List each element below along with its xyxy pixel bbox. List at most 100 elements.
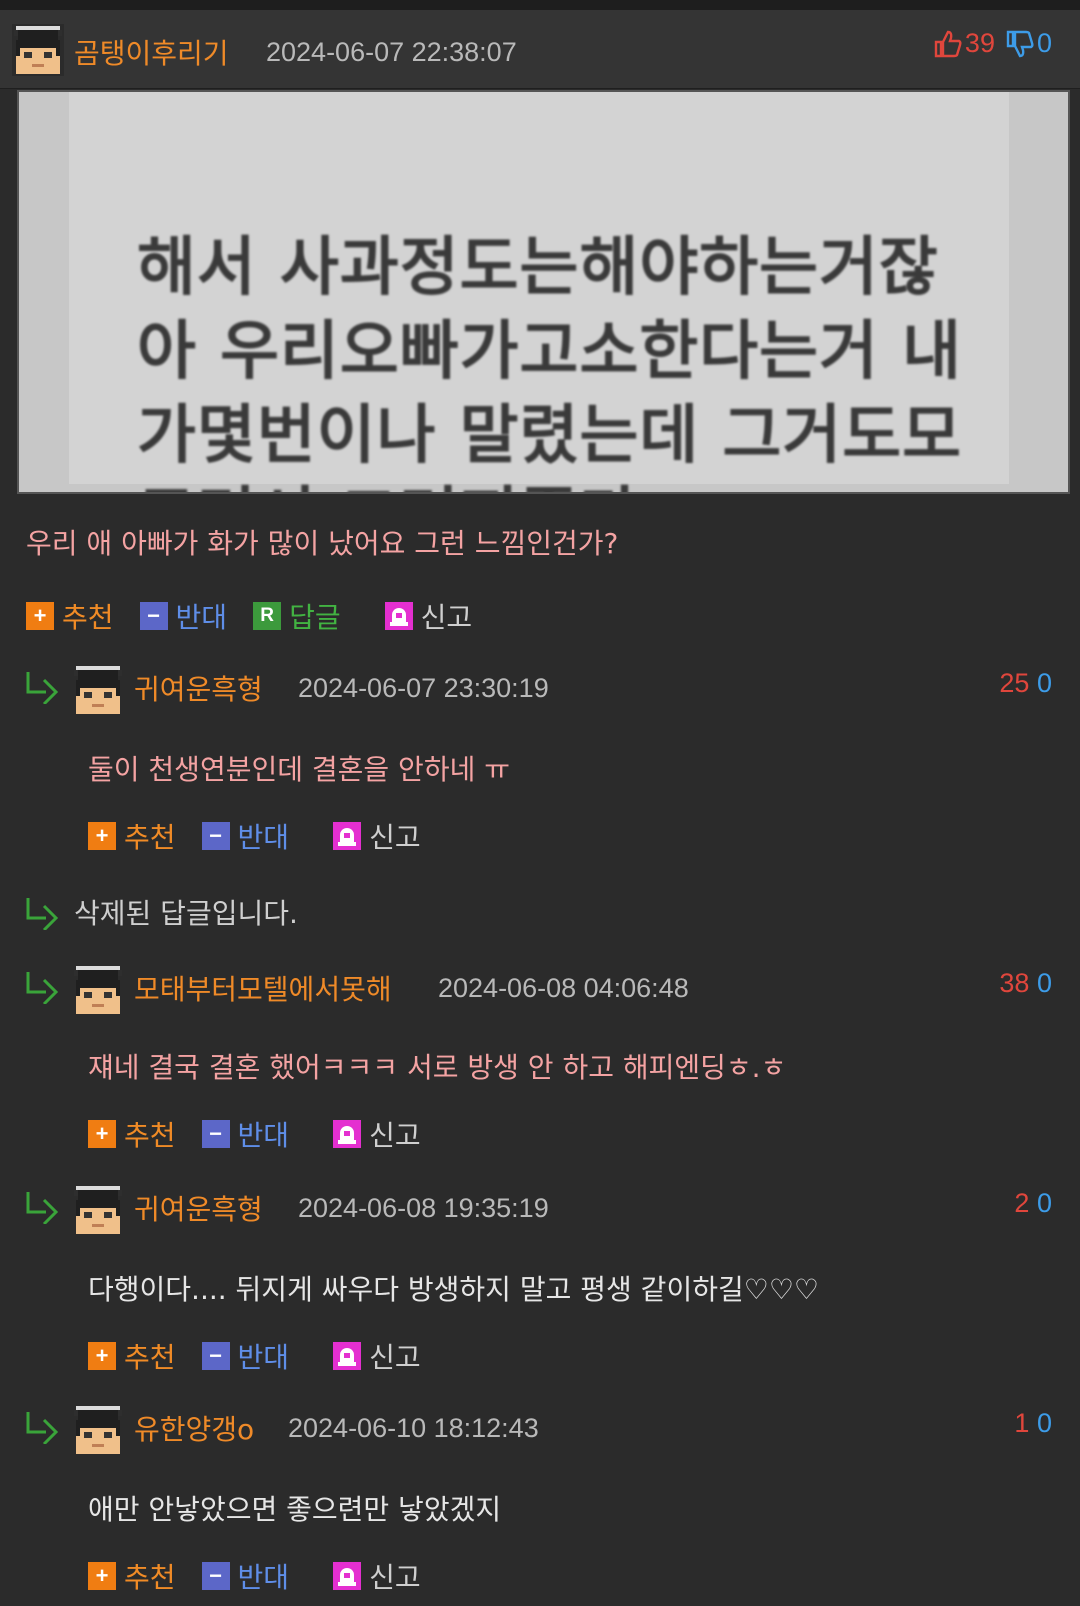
reply-button[interactable]: R 답글 bbox=[253, 596, 341, 636]
comment-date: 2024-06-07 23:30:19 bbox=[298, 673, 549, 703]
comment-actions: + 추천 − 반대 신고 bbox=[88, 1114, 447, 1154]
recommend-label: 추천 bbox=[124, 821, 176, 854]
thumbs-down-icon[interactable] bbox=[1005, 29, 1035, 59]
comment-author[interactable]: 모태부터모텔에서못해 bbox=[134, 968, 392, 1008]
avatar-icon bbox=[72, 1404, 124, 1456]
oppose-label: 반대 bbox=[175, 601, 228, 634]
comment-votes: 1 0 bbox=[1014, 1408, 1052, 1439]
recommend-button[interactable]: + 추천 bbox=[26, 596, 114, 636]
minus-icon: − bbox=[139, 602, 168, 630]
image-text-line: 가몇번이나 말렸는데 그거도모 bbox=[137, 399, 963, 473]
oppose-button[interactable]: − 반대 bbox=[201, 1114, 290, 1154]
minus-icon: − bbox=[201, 822, 230, 850]
report-siren-icon bbox=[333, 1562, 361, 1590]
plus-icon: + bbox=[88, 822, 116, 850]
comment-downvote-count: 0 bbox=[1036, 668, 1052, 698]
recommend-label: 추천 bbox=[62, 601, 114, 634]
comment-votes: 25 0 bbox=[999, 668, 1052, 699]
plus-icon: + bbox=[26, 602, 54, 630]
report-siren-icon bbox=[333, 1342, 361, 1370]
deleted-reply-notice: 삭제된 답글입니다. bbox=[74, 897, 298, 930]
comment-date: 2024-06-08 19:35:19 bbox=[298, 1193, 549, 1223]
comment-text: 다행이다.... 뒤지게 싸우다 방생하지 말고 평생 같이하길♡♡♡ bbox=[88, 1273, 820, 1306]
comment-actions: + 추천 − 반대 신고 bbox=[88, 1336, 447, 1376]
image-text-line: 아 우리오빠가고소한다는거 내 bbox=[137, 315, 963, 389]
recommend-label: 추천 bbox=[124, 1561, 176, 1594]
reply-arrow-icon bbox=[24, 1188, 60, 1224]
oppose-label: 반대 bbox=[237, 1341, 290, 1374]
comment-downvote-count: 0 bbox=[1036, 1188, 1052, 1218]
comment-votes: 38 0 bbox=[999, 968, 1052, 999]
thumbs-up-icon[interactable] bbox=[933, 29, 963, 59]
plus-icon: + bbox=[88, 1342, 116, 1370]
report-button[interactable]: 신고 bbox=[333, 1336, 421, 1376]
report-label: 신고 bbox=[369, 1119, 421, 1152]
comment-author[interactable]: 유한양갱o bbox=[134, 1408, 254, 1448]
report-label: 신고 bbox=[420, 601, 473, 634]
oppose-button[interactable]: − 반대 bbox=[201, 1336, 290, 1376]
post-text: 우리 애 아빠가 화가 많이 났어요 그런 느낌인건가? bbox=[26, 527, 619, 560]
oppose-button[interactable]: − 반대 bbox=[139, 596, 228, 636]
comment-author[interactable]: 귀여운흑형 bbox=[134, 1188, 263, 1228]
report-label: 신고 bbox=[369, 1561, 421, 1594]
oppose-label: 반대 bbox=[237, 821, 290, 854]
oppose-label: 반대 bbox=[237, 1119, 290, 1152]
recommend-label: 추천 bbox=[124, 1341, 176, 1374]
reply-arrow-icon bbox=[24, 668, 60, 704]
oppose-button[interactable]: − 반대 bbox=[201, 816, 290, 856]
post-date: 2024-06-07 22:38:07 bbox=[266, 37, 517, 67]
comment-upvote-count: 1 bbox=[1014, 1408, 1030, 1438]
comment-upvote-count: 25 bbox=[999, 668, 1030, 698]
image-text-line: 르면서 그러지좀마 bbox=[137, 466, 639, 492]
recommend-button[interactable]: + 추천 bbox=[88, 1556, 176, 1596]
post-actions: + 추천 − 반대 R 답글 신고 bbox=[26, 596, 498, 636]
minus-icon: − bbox=[201, 1120, 230, 1148]
comment-text: 둘이 천생연분인데 결혼을 안하네 ㅠ bbox=[88, 753, 511, 786]
oppose-button[interactable]: − 반대 bbox=[201, 1556, 290, 1596]
comment-upvote-count: 2 bbox=[1014, 1188, 1030, 1218]
report-button[interactable]: 신고 bbox=[385, 596, 473, 636]
reply-label: 답글 bbox=[289, 601, 341, 634]
reply-arrow-icon bbox=[24, 1408, 60, 1444]
image-text-line: 해서 사과정도는해야하는거잖 bbox=[137, 231, 939, 305]
comment-votes: 2 0 bbox=[1014, 1188, 1052, 1219]
post-author[interactable]: 곰탱이후리기 bbox=[74, 32, 229, 72]
comment-author[interactable]: 귀여운흑형 bbox=[134, 668, 263, 708]
avatar-icon bbox=[72, 1184, 124, 1236]
report-button[interactable]: 신고 bbox=[333, 816, 421, 856]
plus-icon: + bbox=[88, 1562, 116, 1590]
comment-date: 2024-06-08 04:06:48 bbox=[438, 973, 689, 1003]
minus-icon: − bbox=[201, 1562, 230, 1590]
post-image[interactable]: 해서 사과정도는해야하는거잖 아 우리오빠가고소한다는거 내 가몇번이나 말렸는… bbox=[17, 90, 1070, 494]
report-siren-icon bbox=[385, 602, 413, 630]
report-button[interactable]: 신고 bbox=[333, 1114, 421, 1154]
recommend-button[interactable]: + 추천 bbox=[88, 1336, 176, 1376]
recommend-label: 추천 bbox=[124, 1119, 176, 1152]
post-upvote-count: 39 bbox=[964, 28, 995, 58]
reply-arrow-icon bbox=[24, 894, 60, 930]
top-strip bbox=[0, 0, 1080, 10]
recommend-button[interactable]: + 추천 bbox=[88, 1114, 176, 1154]
plus-icon: + bbox=[88, 1120, 116, 1148]
avatar-icon bbox=[72, 964, 124, 1016]
reply-arrow-icon bbox=[24, 968, 60, 1004]
recommend-button[interactable]: + 추천 bbox=[88, 816, 176, 856]
comment-upvote-count: 38 bbox=[999, 968, 1030, 998]
avatar-icon bbox=[72, 664, 124, 716]
post-votes: 39 0 bbox=[933, 28, 1052, 59]
post-downvote-count: 0 bbox=[1036, 28, 1052, 58]
comment-downvote-count: 0 bbox=[1036, 1408, 1052, 1438]
oppose-label: 반대 bbox=[237, 1561, 290, 1594]
report-label: 신고 bbox=[369, 821, 421, 854]
comment-date: 2024-06-10 18:12:43 bbox=[288, 1413, 539, 1443]
avatar-icon bbox=[12, 24, 64, 76]
minus-icon: − bbox=[201, 1342, 230, 1370]
report-siren-icon bbox=[333, 1120, 361, 1148]
report-button[interactable]: 신고 bbox=[333, 1556, 421, 1596]
comment-text: 쟤네 결국 결혼 했어ㅋㅋㅋ 서로 방생 안 하고 해피엔딩ㅎ.ㅎ bbox=[88, 1051, 787, 1084]
comment-text: 애만 안낳았으면 좋으련만 낳았겠지 bbox=[88, 1493, 502, 1526]
report-label: 신고 bbox=[369, 1341, 421, 1374]
comment-actions: + 추천 − 반대 신고 bbox=[88, 1556, 447, 1596]
report-siren-icon bbox=[333, 822, 361, 850]
comment-downvote-count: 0 bbox=[1036, 968, 1052, 998]
